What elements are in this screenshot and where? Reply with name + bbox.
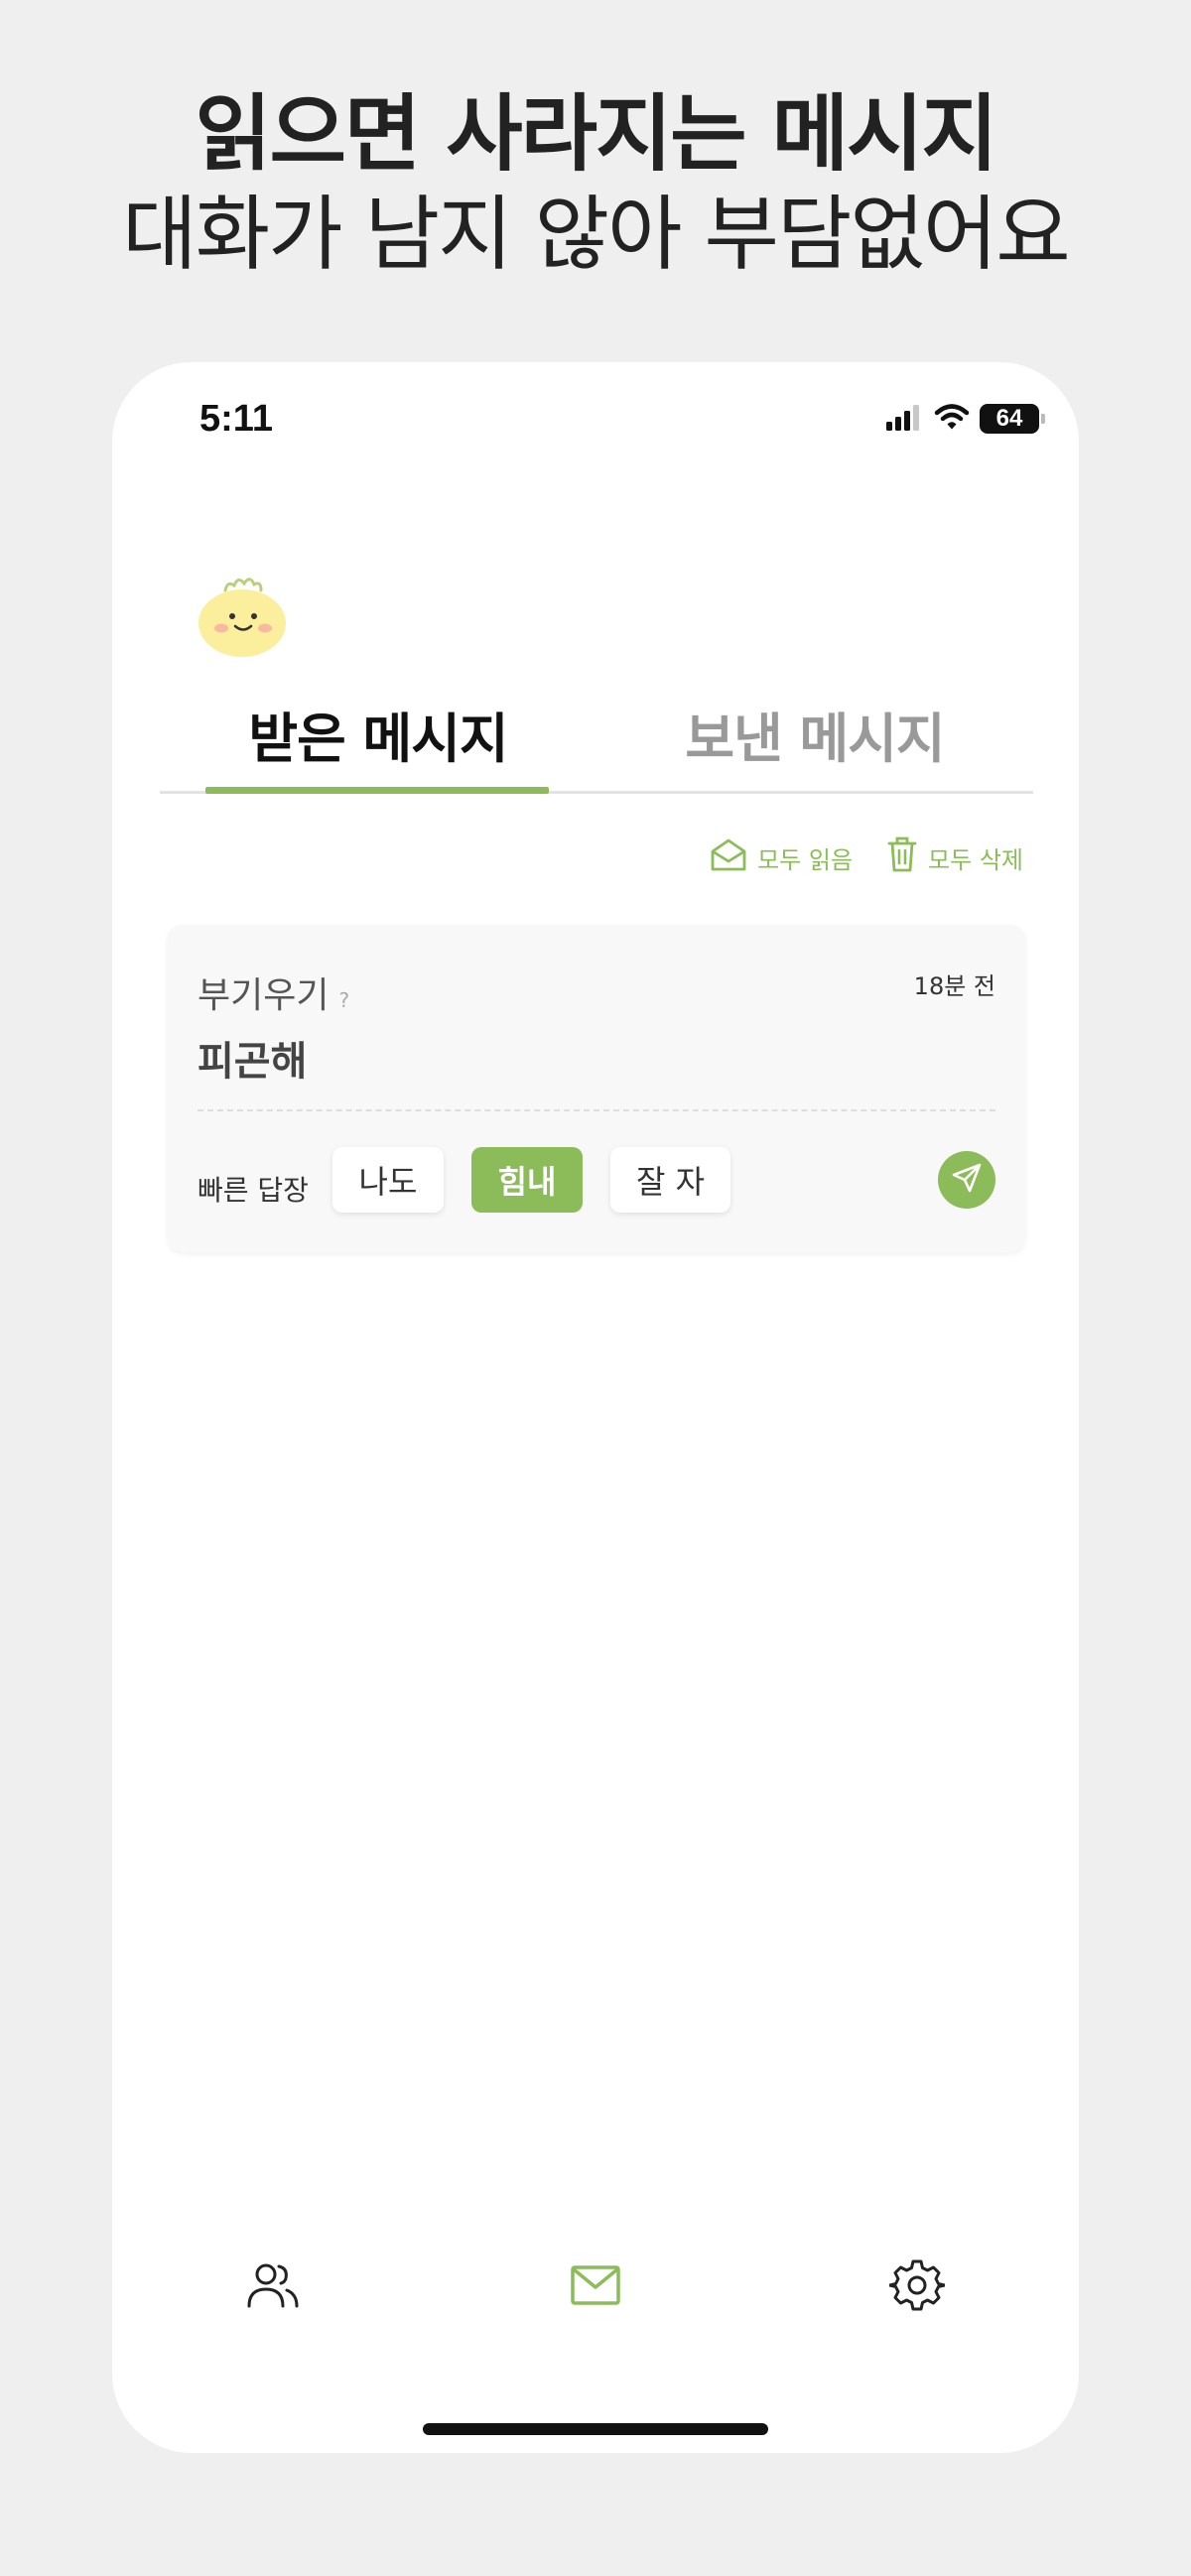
trash-icon: [886, 836, 918, 879]
tab-received[interactable]: 받은 메시지: [160, 685, 596, 804]
nav-friends[interactable]: [233, 2248, 313, 2327]
home-indicator: [423, 2423, 768, 2435]
headline-subtitle: 대화가 남지 않아 부담없어요: [122, 188, 1070, 282]
read-all-button[interactable]: 모두 읽음: [710, 837, 853, 878]
phone-screen: 5:11 64 받은 메시지 보낸 메시지 모두 읽음 모두 삭제 부기우기 ?…: [112, 362, 1079, 2453]
send-icon: [950, 1161, 984, 1199]
status-icons: 64: [884, 402, 1045, 436]
status-time: 5:11: [199, 398, 273, 440]
nav-messages[interactable]: [556, 2248, 635, 2327]
mail-icon: [570, 2263, 621, 2311]
bottom-navigation: [112, 2248, 1079, 2327]
message-tabs: 받은 메시지 보낸 메시지: [160, 685, 1033, 804]
send-reply-button[interactable]: [938, 1151, 995, 1209]
signal-icon: [884, 402, 924, 436]
message-text: 피곤해: [198, 1039, 308, 1085]
message-actions: 모두 읽음 모두 삭제: [710, 833, 1023, 882]
wifi-icon: [934, 402, 970, 436]
headline-title: 읽으면 사라지는 메시지: [195, 85, 997, 183]
card-divider: [198, 1109, 995, 1111]
sender-hint-mark: ?: [338, 988, 350, 1012]
promo-headline: 읽으면 사라지는 메시지 대화가 남지 않아 부담없어요: [0, 84, 1191, 285]
mascot-avatar[interactable]: [198, 569, 287, 658]
tab-indicator: [205, 787, 549, 794]
sender-name: 부기우기: [198, 975, 330, 1016]
friends-icon: [245, 2257, 301, 2317]
nav-settings[interactable]: [877, 2248, 957, 2327]
quick-reply-chip[interactable]: 잘 자: [610, 1147, 731, 1213]
delete-all-button[interactable]: 모두 삭제: [886, 836, 1023, 879]
quick-reply-chip[interactable]: 나도: [332, 1147, 444, 1213]
tab-sent[interactable]: 보낸 메시지: [596, 685, 1033, 804]
message-sender: 부기우기 ?: [198, 966, 349, 1018]
delete-all-label: 모두 삭제: [928, 845, 1023, 874]
envelope-open-icon: [710, 837, 747, 878]
message-card[interactable]: 부기우기 ? 18분 전 피곤해 빠른 답장 나도 힘내 잘 자: [168, 925, 1025, 1252]
message-time: 18분 전: [913, 972, 995, 1000]
gear-icon: [887, 2257, 947, 2317]
quick-reply-chip-selected[interactable]: 힘내: [471, 1147, 583, 1213]
battery-icon: 64: [980, 404, 1045, 434]
quick-reply-label: 빠른 답장: [198, 1174, 309, 1207]
read-all-label: 모두 읽음: [757, 845, 854, 874]
quick-reply-options: 나도 힘내 잘 자: [332, 1147, 731, 1213]
